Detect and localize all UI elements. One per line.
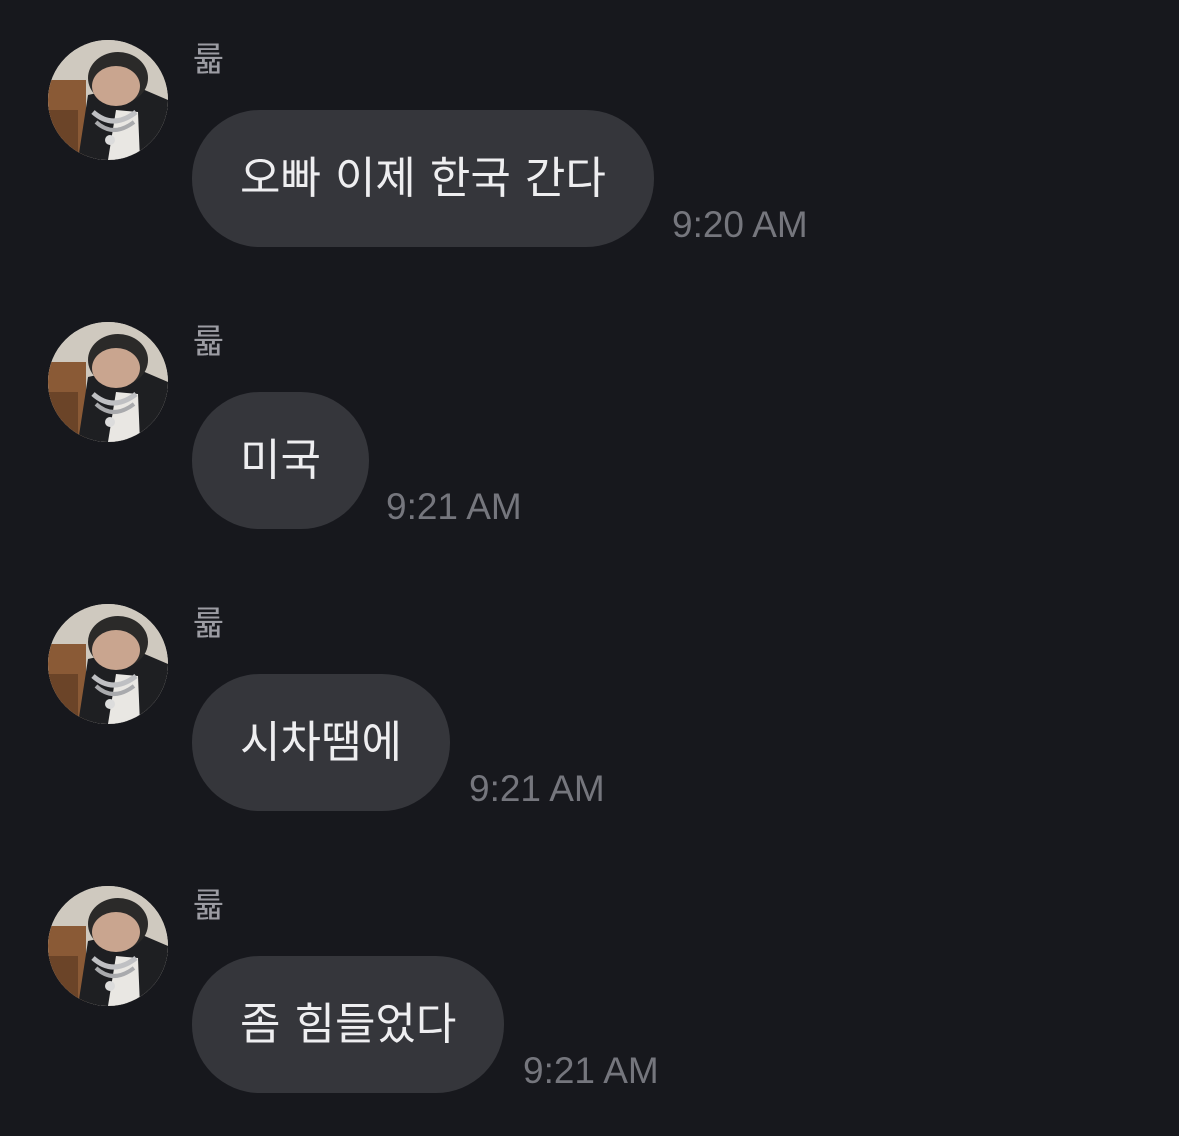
avatar[interactable] <box>48 604 168 724</box>
message-row: 륣 미국 9:21 AM <box>0 322 1179 572</box>
message-row: 륣 오빠 이제 한국 간다 9:20 AM <box>0 40 1179 290</box>
message-bubble[interactable]: 좀 힘들었다 <box>192 956 505 1093</box>
message-row: 륣 좀 힘들었다 9:21 AM <box>0 886 1179 1136</box>
sender-name: 륣 <box>193 322 225 362</box>
avatar[interactable] <box>48 322 168 442</box>
message-text: 시차땜에 <box>240 716 402 768</box>
sender-name: 륣 <box>193 604 225 644</box>
message-text: 미국 <box>240 434 321 486</box>
sender-name: 륣 <box>193 40 225 80</box>
message-text: 좀 힘들었다 <box>240 998 457 1050</box>
message-text: 오빠 이제 한국 간다 <box>240 152 606 204</box>
avatar[interactable] <box>48 40 168 160</box>
message-timestamp: 9:21 AM <box>386 486 522 527</box>
message-timestamp: 9:21 AM <box>523 1050 659 1091</box>
message-bubble[interactable]: 시차땜에 <box>192 674 450 811</box>
avatar[interactable] <box>48 886 168 1006</box>
message-timestamp: 9:21 AM <box>469 768 605 809</box>
message-bubble[interactable]: 오빠 이제 한국 간다 <box>192 110 654 247</box>
message-timestamp: 9:20 AM <box>672 204 808 245</box>
message-bubble[interactable]: 미국 <box>192 392 369 529</box>
message-row: 륣 시차땜에 9:21 AM <box>0 604 1179 854</box>
sender-name: 륣 <box>193 886 225 926</box>
